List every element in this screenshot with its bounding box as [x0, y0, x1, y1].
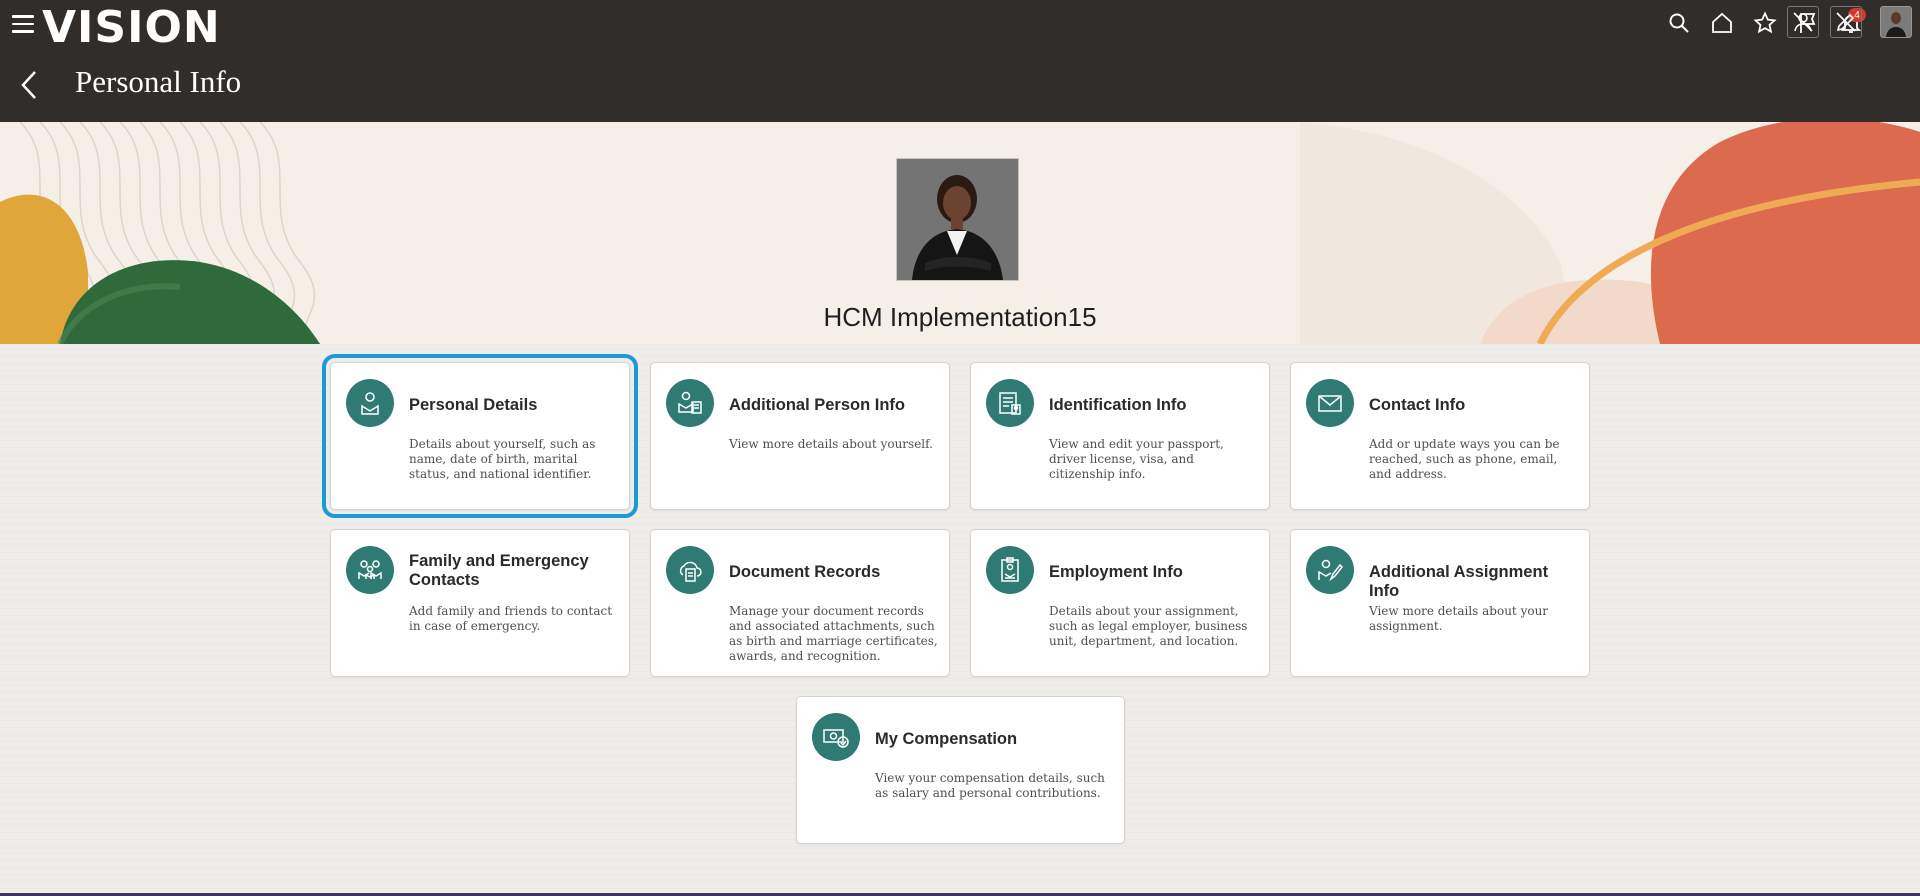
tile-description: View more details about yourself. — [729, 437, 933, 451]
tile-title: Personal Details — [409, 396, 538, 414]
tile-description: Add family and friends to contact in cas… — [409, 604, 613, 633]
search-icon[interactable] — [1662, 6, 1696, 40]
tile-description: Details about your assignment, such as l… — [1049, 604, 1248, 648]
tile-personal-details[interactable]: Personal Details Details about yourself,… — [322, 354, 638, 518]
tile-title: Identification Info — [1049, 396, 1187, 414]
tile-description: Manage your document records and associa… — [729, 604, 938, 663]
tile-description: View and edit your passport, driver lice… — [1049, 437, 1224, 481]
person-edit-icon — [1306, 546, 1354, 594]
person-id-icon — [346, 379, 394, 427]
tile-title: Contact Info — [1369, 396, 1466, 414]
tile-description: Details about yourself, such as name, da… — [409, 437, 596, 481]
tile-document-records[interactable]: Document Records Manage your document re… — [650, 529, 950, 677]
badge-icon — [986, 546, 1034, 594]
tile-title: Family and Emergency Contacts — [409, 552, 589, 589]
tile-additional-person-info[interactable]: Additional Person Info View more details… — [650, 362, 950, 510]
tile-title: Additional Person Info — [729, 396, 905, 414]
star-icon[interactable] — [1748, 6, 1782, 40]
tile-contact-info[interactable]: Contact Info Add or update ways you can … — [1290, 362, 1590, 510]
brand-logo[interactable]: VISION — [42, 2, 221, 53]
tile-title: Additional Assignment Info — [1369, 563, 1549, 600]
envelope-icon — [1306, 379, 1354, 427]
tile-title: My Compensation — [875, 730, 1018, 748]
global-header: VISION 4 Personal Info — [0, 0, 1920, 122]
tile-title: Employment Info — [1049, 563, 1183, 581]
person-info-icon — [666, 379, 714, 427]
document-cloud-icon — [666, 546, 714, 594]
edit-off-icon[interactable] — [1830, 6, 1862, 38]
tile-family-emergency-contacts[interactable]: Family and Emergency Contacts Add family… — [330, 529, 630, 677]
tile-additional-assignment-info[interactable]: Additional Assignment Info View more det… — [1290, 529, 1590, 677]
money-icon — [812, 713, 860, 761]
tile-my-compensation[interactable]: My Compensation View your compensation d… — [796, 696, 1125, 844]
tile-description: Add or update ways you can be reached, s… — [1369, 437, 1560, 481]
tile-identification-info[interactable]: Identification Info View and edit your p… — [970, 362, 1270, 510]
id-card-icon — [986, 379, 1034, 427]
menu-icon[interactable] — [12, 15, 34, 33]
tile-description: View more details about your assignment. — [1369, 604, 1549, 633]
profile-photo[interactable] — [896, 158, 1019, 281]
person-icon[interactable] — [1787, 6, 1819, 38]
home-icon[interactable] — [1705, 6, 1739, 40]
user-avatar[interactable] — [1880, 6, 1912, 38]
tile-description: View your compensation details, such as … — [875, 771, 1105, 800]
page-title: Personal Info — [75, 64, 242, 99]
back-button[interactable] — [16, 68, 42, 102]
tile-employment-info[interactable]: Employment Info Details about your assig… — [970, 529, 1270, 677]
tile-title: Document Records — [729, 563, 881, 581]
family-icon — [346, 546, 394, 594]
person-name: HCM Implementation15 — [823, 302, 1097, 332]
